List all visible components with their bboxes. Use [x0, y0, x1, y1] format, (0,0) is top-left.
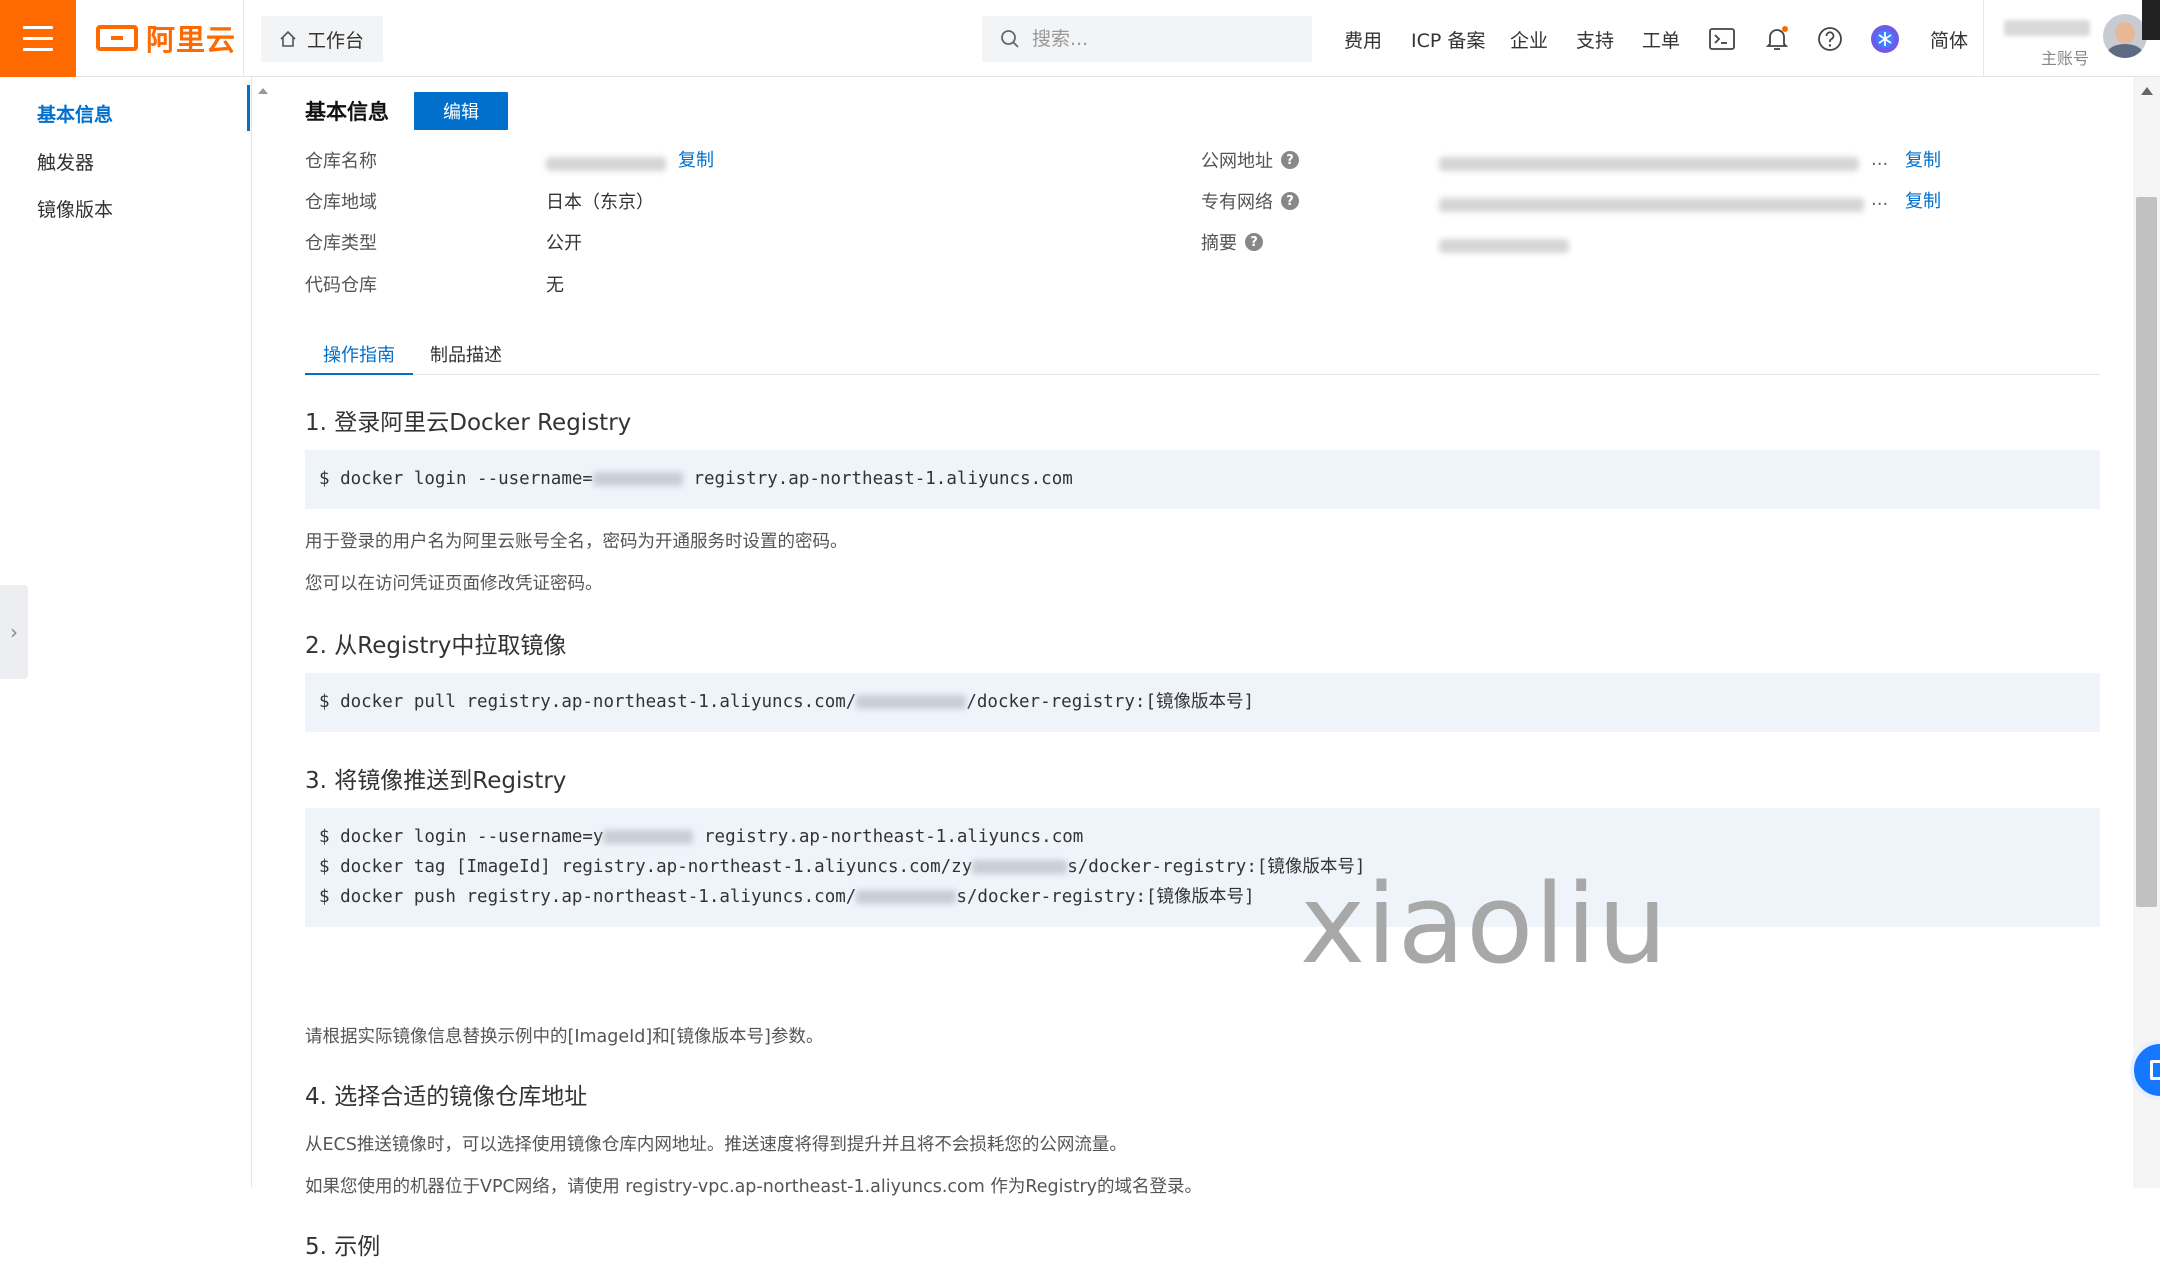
account-name-redacted[interactable]: [2004, 20, 2090, 36]
field-label-region: 仓库地域: [305, 192, 377, 213]
login-password-note: 您可以在访问凭证页面修改凭证密码。: [305, 574, 603, 594]
ai-assistant-icon[interactable]: [1870, 24, 1900, 54]
section-title-login: 1. 登录阿里云Docker Registry: [305, 410, 632, 436]
workbench-label: 工作台: [307, 29, 365, 52]
section-title-example: 5. 示例: [305, 1234, 381, 1260]
language-switch[interactable]: 简体: [1930, 26, 1968, 53]
public-address-label: 公网地址: [1201, 151, 1273, 172]
logo-text: 阿里云: [146, 23, 237, 57]
scroll-up-icon[interactable]: [2141, 87, 2153, 95]
field-label-repo-type: 仓库类型: [305, 233, 377, 254]
field-value-code-repo: 无: [546, 275, 564, 296]
summary-label: 摘要: [1201, 233, 1237, 254]
edit-button[interactable]: 编辑: [414, 92, 508, 130]
vpc-login-note: 如果您使用的机器位于VPC网络，请使用 registry-vpc.ap-nort…: [305, 1177, 1203, 1197]
copy-repo-name-link[interactable]: 复制: [678, 146, 714, 172]
code-block-push[interactable]: $ docker login --username=y registry.ap-…: [305, 808, 2100, 927]
home-icon: [280, 30, 296, 47]
code-line: $ docker push registry.ap-northeast-1.al…: [319, 887, 1255, 907]
copy-public-address-link[interactable]: 复制: [1905, 146, 1941, 172]
aliyun-logo[interactable]: 阿里云: [96, 20, 237, 57]
divider: [1983, 0, 1984, 77]
chevron-right-icon: ›: [10, 620, 18, 644]
login-username-note: 用于登录的用户名为阿里云账号全名，密码为开通服务时设置的密码。: [305, 532, 848, 552]
code-line: $ docker tag [ImageId] registry.ap-north…: [319, 857, 1366, 877]
field-label-vpc: 专有网络 ?: [1201, 188, 1299, 214]
code-line: $ docker login --username=y registry.ap-…: [319, 827, 1084, 847]
workbench-button[interactable]: 工作台: [261, 16, 383, 62]
sidebar: 基本信息 触发器 镜像版本: [0, 77, 252, 1188]
help-icon[interactable]: ?: [1281, 192, 1299, 210]
vertical-scrollbar[interactable]: [2133, 77, 2160, 1188]
section-title-push: 3. 将镜像推送到Registry: [305, 768, 567, 794]
help-icon[interactable]: [1815, 24, 1845, 54]
field-label-public-address: 公网地址 ?: [1201, 147, 1299, 173]
section-title-pull: 2. 从Registry中拉取镜像: [305, 633, 567, 659]
namespace-redacted: [856, 890, 957, 904]
top-bar: 阿里云 工作台 费用 ICP 备案 企业 支持 工单 简体 主账号: [0, 0, 2160, 77]
menu-icon[interactable]: [0, 0, 76, 77]
account-type: 主账号: [2041, 49, 2090, 68]
help-icon[interactable]: ?: [1245, 233, 1263, 251]
aliyun-logo-mark: [96, 25, 138, 51]
username-redacted: [592, 472, 683, 486]
divider: [243, 0, 244, 77]
sidebar-item-image-versions[interactable]: 镜像版本: [37, 195, 113, 222]
help-icon[interactable]: ?: [1281, 151, 1299, 169]
vpc-address-ellipsis: ...: [1871, 189, 1889, 210]
avatar[interactable]: [2103, 14, 2147, 58]
sidebar-item-basic-info[interactable]: 基本信息: [37, 100, 113, 127]
namespace-redacted: [972, 860, 1068, 874]
section-title-choose-address: 4. 选择合适的镜像仓库地址: [305, 1084, 588, 1110]
terminal-icon[interactable]: [1707, 24, 1737, 54]
field-label-repo-name: 仓库名称: [305, 151, 377, 172]
copy-vpc-address-link[interactable]: 复制: [1905, 187, 1941, 213]
code-block-login[interactable]: $ docker login --username= registry.ap-n…: [305, 450, 2100, 509]
watermark: xiaoliu: [1300, 860, 1669, 988]
search-input[interactable]: [1032, 28, 1282, 50]
nav-support[interactable]: 支持: [1576, 26, 1614, 53]
repo-name-redacted: [546, 157, 666, 171]
search-box[interactable]: [982, 16, 1312, 62]
code-line: $ docker pull registry.ap-northeast-1.al…: [319, 692, 1255, 712]
main-content: 基本信息 编辑 仓库名称 复制 仓库地域 日本（东京） 仓库类型 公开 代码仓库…: [253, 77, 2133, 1260]
username-redacted: [603, 830, 694, 844]
field-value-repo-type: 公开: [546, 233, 582, 254]
summary-redacted: [1439, 239, 1569, 253]
code-block-pull[interactable]: $ docker pull registry.ap-northeast-1.al…: [305, 673, 2100, 732]
search-icon: [1001, 30, 1019, 48]
namespace-redacted: [856, 695, 967, 709]
push-params-note: 请根据实际镜像信息替换示例中的[ImageId]和[镜像版本号]参数。: [305, 1027, 824, 1047]
bell-icon[interactable]: [1762, 24, 1792, 54]
nav-ticket[interactable]: 工单: [1642, 26, 1680, 53]
code-line: $ docker login --username= registry.ap-n…: [319, 469, 1073, 489]
page-title: 基本信息: [305, 100, 389, 124]
active-indicator: [247, 85, 250, 131]
tab-bar: 操作指南 制品描述: [305, 333, 2100, 375]
vpc-label: 专有网络: [1201, 192, 1273, 213]
vpc-address-redacted: [1439, 198, 1864, 212]
tab-artifact-description[interactable]: 制品描述: [412, 341, 520, 375]
tab-operation-guide[interactable]: 操作指南: [305, 341, 413, 375]
expand-sidebar-button[interactable]: ›: [0, 585, 28, 679]
field-label-summary: 摘要 ?: [1201, 229, 1263, 255]
field-label-code-repo: 代码仓库: [305, 275, 377, 296]
sidebar-item-triggers[interactable]: 触发器: [37, 148, 94, 175]
scrollbar-thumb[interactable]: [2136, 197, 2157, 907]
ecs-push-note: 从ECS推送镜像时，可以选择使用镜像仓库内网地址。推送速度将得到提升并且将不会损…: [305, 1135, 1127, 1155]
window-corner: [2142, 0, 2160, 40]
public-address-redacted: [1439, 157, 1859, 171]
field-value-region: 日本（东京）: [546, 192, 654, 213]
nav-enterprise[interactable]: 企业: [1510, 26, 1548, 53]
nav-fees[interactable]: 费用: [1344, 26, 1382, 53]
nav-icp[interactable]: ICP 备案: [1411, 26, 1485, 53]
public-address-ellipsis: ...: [1871, 149, 1889, 170]
